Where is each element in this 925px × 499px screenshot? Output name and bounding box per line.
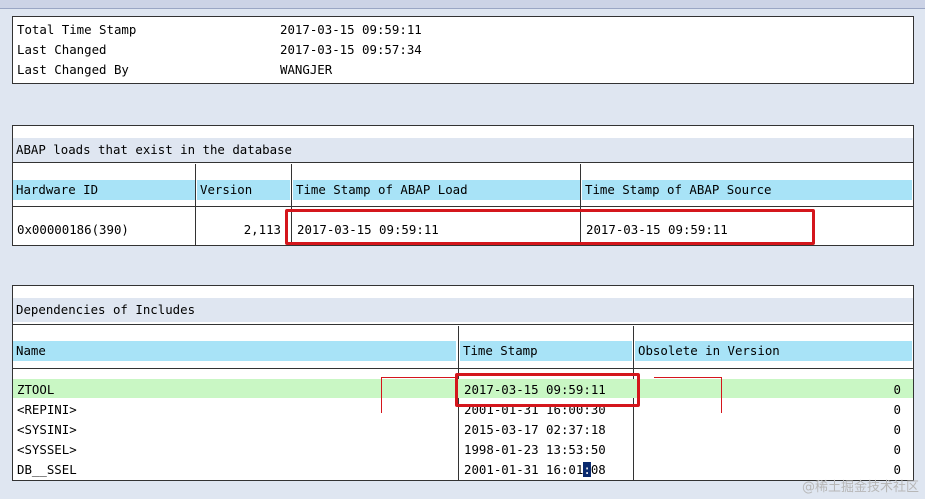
include-name: ZTOOL (17, 382, 55, 397)
summary-label: Last Changed (17, 42, 107, 57)
obsolete-version: 0 (893, 462, 901, 477)
col-header-version[interactable]: Version (197, 180, 290, 200)
top-strip (0, 0, 925, 9)
divider (13, 206, 913, 207)
watermark: @稀土掘金技术社区 (801, 480, 919, 495)
obsolete-version: 0 (893, 422, 901, 437)
col-header-ts-source[interactable]: Time Stamp of ABAP Source (582, 180, 912, 200)
annotation-box-ztool-timestamp (455, 373, 640, 407)
include-name: <SYSINI> (17, 422, 77, 437)
text-cursor-selection: : (583, 462, 591, 477)
dependencies-caption: Dependencies of Includes (13, 298, 913, 322)
include-timestamp: 1998-01-23 13:53:50 (464, 442, 606, 457)
include-name: <SYSSEL> (17, 442, 77, 457)
obsolete-version: 0 (893, 402, 901, 417)
obsolete-version: 0 (893, 382, 901, 397)
col-header-hardware-id[interactable]: Hardware ID (13, 180, 195, 200)
summary-panel: Total Time Stamp 2017-03-15 09:59:11 Las… (12, 16, 914, 84)
summary-label: Total Time Stamp (17, 22, 137, 37)
obsolete-version: 0 (893, 442, 901, 457)
divider (13, 162, 913, 163)
annotation-line (721, 377, 722, 413)
annotation-line (381, 377, 455, 378)
include-name: <REPINI> (17, 402, 77, 417)
divider (195, 164, 196, 246)
annotation-line (654, 377, 722, 378)
version-value: 2,113 (243, 222, 281, 237)
timestamp-part: 2001-01-31 16:01 (464, 462, 584, 477)
include-timestamp: 2015-03-17 02:37:18 (464, 422, 606, 437)
include-name: DB__SSEL (17, 462, 77, 477)
annotation-line (381, 377, 382, 413)
summary-label: Last Changed By (17, 62, 129, 77)
include-timestamp: 2001-01-31 16:01:08 (464, 462, 606, 477)
timestamp-part: 08 (590, 462, 606, 477)
divider (13, 368, 913, 369)
col-header-ts-load[interactable]: Time Stamp of ABAP Load (293, 180, 580, 200)
summary-value: WANGJER (280, 62, 333, 77)
annotation-box-abap-timestamps (285, 209, 815, 245)
summary-value: 2017-03-15 09:59:11 (280, 22, 422, 37)
divider (13, 324, 913, 325)
col-header-time-stamp[interactable]: Time Stamp (460, 341, 632, 361)
abap-loads-caption: ABAP loads that exist in the database (13, 138, 913, 162)
summary-value: 2017-03-15 09:57:34 (280, 42, 422, 57)
col-header-obsolete[interactable]: Obsolete in Version (635, 341, 912, 361)
col-header-name[interactable]: Name (13, 341, 456, 361)
hardware-id-value: 0x00000186(390) (17, 222, 129, 237)
